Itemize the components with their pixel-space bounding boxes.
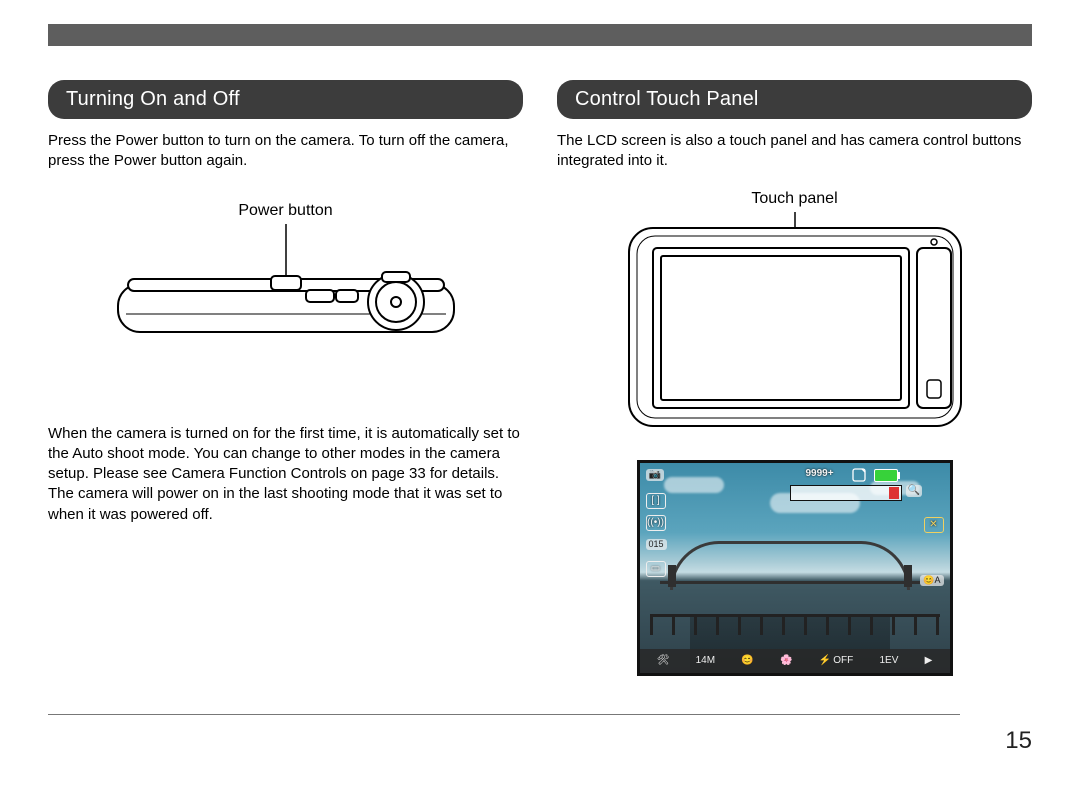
sd-card-icon: [852, 468, 868, 485]
lcd-bottom-toolbar: 🛠 14M 😊 🌸 ⚡OFF 1EV ▶: [640, 649, 950, 673]
power-note-text: When the camera is turned on for the fir…: [48, 424, 523, 525]
close-icon: ✕: [924, 517, 944, 533]
shots-remaining: 9999+: [806, 469, 834, 479]
lcd-sample-photo: 📷 [ ] ((•)) 015 ▭ 9999+ 🔍 ✕: [557, 460, 1032, 676]
page-number: 15: [1005, 727, 1032, 755]
bridge-graphic: [670, 541, 910, 596]
footer-rule: [48, 714, 960, 715]
camera-top-diagram: [48, 224, 523, 364]
camera-back-diagram: [557, 212, 1032, 432]
af-bracket-icon: [ ]: [646, 493, 666, 509]
touch-panel-label: Touch panel: [557, 190, 1032, 208]
iso-badge: 015: [646, 539, 667, 550]
left-column: Turning On and Off Press the Power butto…: [48, 80, 523, 676]
camera-mode-icon: 📷: [646, 469, 664, 481]
battery-icon: [874, 469, 898, 482]
section-heading-power: Turning On and Off: [48, 80, 523, 119]
macro-icon: 🌸: [780, 655, 792, 666]
manual-page: Turning On and Off Press the Power butto…: [0, 0, 1080, 785]
power-intro-text: Press the Power button to turn on the ca…: [48, 131, 523, 172]
content-columns: Turning On and Off Press the Power butto…: [48, 80, 1032, 676]
zoom-icon: 🔍: [906, 485, 922, 497]
face-detect-icon: 😊: [741, 655, 753, 666]
exposure-bar: [790, 485, 902, 501]
camera-back-line-art: [615, 212, 975, 432]
power-button-label: Power button: [48, 202, 523, 220]
flash-off-icon: ⚡OFF: [819, 655, 853, 666]
section-heading-touch: Control Touch Panel: [557, 80, 1032, 119]
header-bar: [48, 24, 1032, 46]
railing-posts: [650, 617, 940, 635]
lcd-screen: 📷 [ ] ((•)) 015 ▭ 9999+ 🔍 ✕: [637, 460, 953, 676]
drive-mode-icon: ▭: [646, 561, 666, 577]
camera-top-line-art: [106, 224, 466, 364]
resolution-badge: 14M: [696, 655, 715, 666]
tools-icon: 🛠: [657, 655, 670, 666]
ev-badge: 1EV: [879, 655, 898, 666]
cloud: [664, 477, 724, 493]
touch-intro-text: The LCD screen is also a touch panel and…: [557, 131, 1032, 172]
play-icon: ▶: [925, 655, 933, 666]
stabilizer-icon: ((•)): [646, 515, 666, 531]
right-column: Control Touch Panel The LCD screen is al…: [557, 80, 1032, 676]
face-ae-icon: 😊A: [920, 575, 943, 586]
